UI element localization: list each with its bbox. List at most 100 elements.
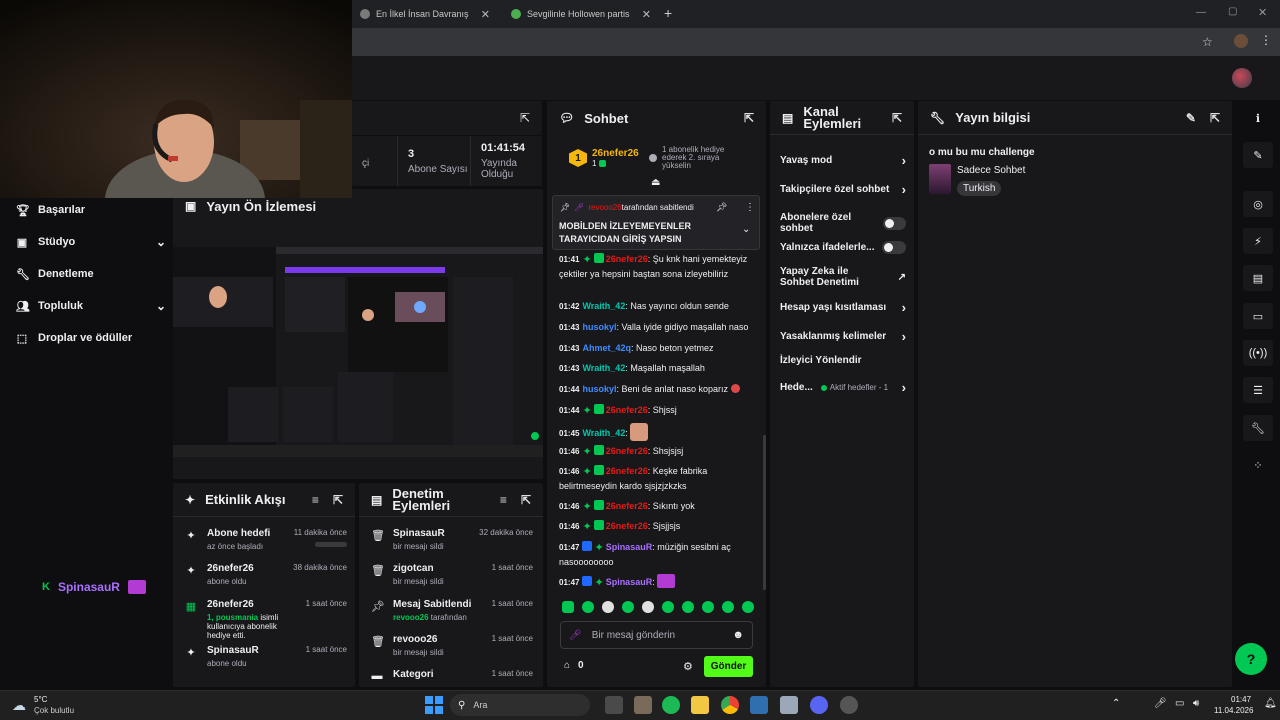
sidebar-item-drops[interactable]: ⬚ Droplar ve ödüller xyxy=(16,328,166,348)
browser-menu-icon[interactable]: ⋮ xyxy=(1260,33,1272,47)
bookmark-star-icon[interactable]: ☆ xyxy=(1202,35,1213,49)
send-button[interactable]: Gönder xyxy=(704,656,753,677)
info-icon[interactable]: ℹ xyxy=(1243,105,1273,131)
chrome-icon[interactable] xyxy=(721,696,739,714)
category-thumbnail[interactable] xyxy=(929,164,951,194)
emote-icon[interactable] xyxy=(582,601,594,613)
new-tab-button[interactable]: + xyxy=(664,5,672,21)
emotes-only-row[interactable]: Yalnızca ifadelerle... xyxy=(780,241,906,254)
more-apps-icon[interactable]: ⁘ xyxy=(1243,452,1273,478)
notification-bell-icon[interactable]: 🔔︎ xyxy=(1264,698,1277,709)
camera-icon[interactable]: ◎ xyxy=(1243,191,1273,217)
emote-icon[interactable] xyxy=(622,601,634,613)
app-icon[interactable] xyxy=(840,696,858,714)
discord-icon[interactable] xyxy=(810,696,828,714)
chat-settings-icon[interactable]: ⚙ xyxy=(683,660,693,673)
store-app-icon[interactable] xyxy=(634,696,652,714)
chat-message[interactable]: 01:43 Wraith_42: Maşallah maşallah xyxy=(559,361,759,376)
chat-message[interactable]: 01:43 husokyl: Valla iyide gidiyo maşalla… xyxy=(559,320,759,335)
close-tab-icon[interactable]: ✕ xyxy=(642,8,651,21)
network-icon[interactable]: ▭ xyxy=(1175,698,1184,709)
chat-message[interactable]: 01:41 ✦ 26nefer26: Şu knk hani yemekteyiz … xyxy=(559,252,759,281)
emote-icon[interactable] xyxy=(562,601,574,613)
minimize-icon[interactable]: — xyxy=(1196,7,1206,18)
chat-message[interactable]: 01:42 Wraith_42: Nas yayıncı oldun sende xyxy=(559,299,759,314)
unpin-icon[interactable]: 📌︎ xyxy=(716,202,727,213)
popout-icon[interactable]: ⇱ xyxy=(892,111,902,125)
account-age-row[interactable]: Hesap yaşı kısıtlaması › xyxy=(780,300,906,315)
spotify-icon[interactable] xyxy=(662,696,680,714)
list-item[interactable]: ▬ Kategori 1 saat önce xyxy=(371,669,534,682)
collapse-icon[interactable]: ⏏ xyxy=(651,177,660,188)
wrench-icon[interactable]: 🔧︎ xyxy=(1243,415,1273,441)
maximize-icon[interactable]: ▢ xyxy=(1228,6,1237,17)
chat-message[interactable]: 01:45 Wraith_42: xyxy=(559,423,759,441)
chat-scrollbar[interactable] xyxy=(763,435,766,590)
emote-icon[interactable] xyxy=(682,601,694,613)
lightning-icon[interactable]: ⚡︎ xyxy=(1243,228,1273,254)
popout-icon[interactable]: ⇱ xyxy=(521,493,531,507)
emote-icon[interactable] xyxy=(662,601,674,613)
emoji-icon[interactable]: ☻ xyxy=(732,629,744,641)
subscribers-only-toggle[interactable] xyxy=(882,216,906,230)
chat-input[interactable]: 🎤︎ Bir mesaj gönderin ☻ xyxy=(560,621,753,649)
sidebar-item-achievements[interactable]: 🏆︎ Başarılar xyxy=(16,200,166,220)
more-icon[interactable]: ⋮ xyxy=(745,202,755,213)
profile-avatar[interactable] xyxy=(1234,34,1248,48)
emote-icon[interactable] xyxy=(722,601,734,613)
user-avatar[interactable] xyxy=(1232,68,1252,88)
document-icon[interactable]: ▤ xyxy=(1243,265,1273,291)
chat-message[interactable]: 01:47 ✦ SpinasauR: müziğin sesibni aç naso… xyxy=(559,540,759,569)
browser-tab[interactable]: Sevgilinle Hollowen partisine ka ✕ xyxy=(503,4,659,24)
list-item[interactable]: ✦ 26nefer26 abone oldu 38 dakika önce xyxy=(185,563,347,586)
chat-message[interactable]: 01:47 ✦ SpinasauR: xyxy=(559,574,759,590)
edit-icon[interactable]: ✎ xyxy=(1186,111,1196,125)
list-item[interactable]: 📌︎ Mesaj Sabitlendi revooo26 tarafından 1… xyxy=(371,599,533,622)
chat-message[interactable]: 01:44 husokyl: Beni de anlat naso koparız xyxy=(559,382,759,397)
emote-icon[interactable] xyxy=(602,601,614,613)
close-tab-icon[interactable]: ✕ xyxy=(481,8,490,21)
pinned-message[interactable]: 📌︎ 🎤︎ revooo26 tarafından sabitlendi 📌︎ … xyxy=(552,195,760,250)
mail-icon[interactable] xyxy=(750,696,768,714)
chat-bubble-icon[interactable]: ▭ xyxy=(1243,303,1273,329)
slow-mode-row[interactable]: Yavaş mod › xyxy=(780,153,906,168)
stream-preview-video[interactable] xyxy=(173,247,543,457)
help-chat-button[interactable]: ? xyxy=(1235,643,1267,675)
chat-message[interactable]: 01:46 ✦ 26nefer26: Sjsjjsjs xyxy=(559,519,759,534)
filter-icon[interactable]: ≡ xyxy=(500,493,507,507)
filter-icon[interactable]: ≡ xyxy=(312,493,319,507)
popout-icon[interactable]: ⇱ xyxy=(333,493,343,507)
gift-leaderboard[interactable]: 1 26nefer26 1 1 abonelik hediye ederek 2… xyxy=(569,145,759,171)
chat-message[interactable]: 01:46 ✦ 26nefer26: Keşke fabrika belirtmes… xyxy=(559,464,759,493)
windows-start-icon[interactable] xyxy=(425,696,443,714)
edit-icon[interactable]: ✎ xyxy=(1243,142,1273,168)
list-item[interactable]: ✦ SpinasauR abone oldu 1 saat önce xyxy=(185,645,347,668)
chat-message[interactable]: 01:46 ✦ 26nefer26: Sıkıntı yok xyxy=(559,499,759,514)
browser-tab[interactable]: En İlkel İnsan Davranışı? - Tier L ✕ xyxy=(352,4,498,24)
emotes-only-toggle[interactable] xyxy=(882,241,906,254)
channel-points[interactable]: ⌂ 0 xyxy=(564,660,584,671)
emote-icon[interactable] xyxy=(742,601,754,613)
volume-icon[interactable]: 🔊︎ xyxy=(1193,698,1199,709)
list-item[interactable]: 🗑︎ revooo26 bir mesajı sildi 1 saat önce xyxy=(371,634,533,657)
goals-row[interactable]: Hede... Aktif hedefler - 1 › xyxy=(780,380,906,395)
popout-icon[interactable]: ⇱ xyxy=(1210,111,1220,125)
banned-words-row[interactable]: Yasaklanmış kelimeler › xyxy=(780,329,906,344)
popout-icon[interactable]: ⇱ xyxy=(520,111,530,125)
taskbar-search-input[interactable]: ⚲ Ara xyxy=(450,694,590,716)
raid-row[interactable]: İzleyici Yönlendir xyxy=(780,355,906,366)
tag-chip[interactable]: Turkish xyxy=(957,181,1002,196)
sidebar-item-community[interactable]: 👥︎ Topluluk ⌄ xyxy=(16,296,166,316)
followers-only-row[interactable]: Takipçilere özel sohbet › xyxy=(780,182,906,197)
chat-message[interactable]: 01:46 ✦ 26nefer26: Shsjsjsj xyxy=(559,444,759,459)
emote-icon[interactable] xyxy=(642,601,654,613)
microphone-icon[interactable]: 🎤︎ xyxy=(1154,698,1167,709)
chat-message[interactable]: 01:43 Ahmet_42q: Naso beton yetmez xyxy=(559,341,759,356)
list-item[interactable]: 🗑︎ zigotcan bir mesajı sildi 1 saat önce xyxy=(371,563,533,586)
popout-icon[interactable]: ⇱ xyxy=(744,111,754,125)
list-item[interactable]: ✦ Abone hedefi az önce başladı 11 dakika… xyxy=(185,528,347,551)
list-item[interactable]: 🗑︎ SpinasauR bir mesajı sildi 32 dakika ö… xyxy=(371,528,533,551)
broadcast-icon[interactable]: ((•)) xyxy=(1243,340,1273,366)
subscribers-only-row[interactable]: Abonelere özel sohbet xyxy=(780,212,906,234)
sidebar-item-moderation[interactable]: 🔧︎ Denetleme xyxy=(16,264,166,284)
